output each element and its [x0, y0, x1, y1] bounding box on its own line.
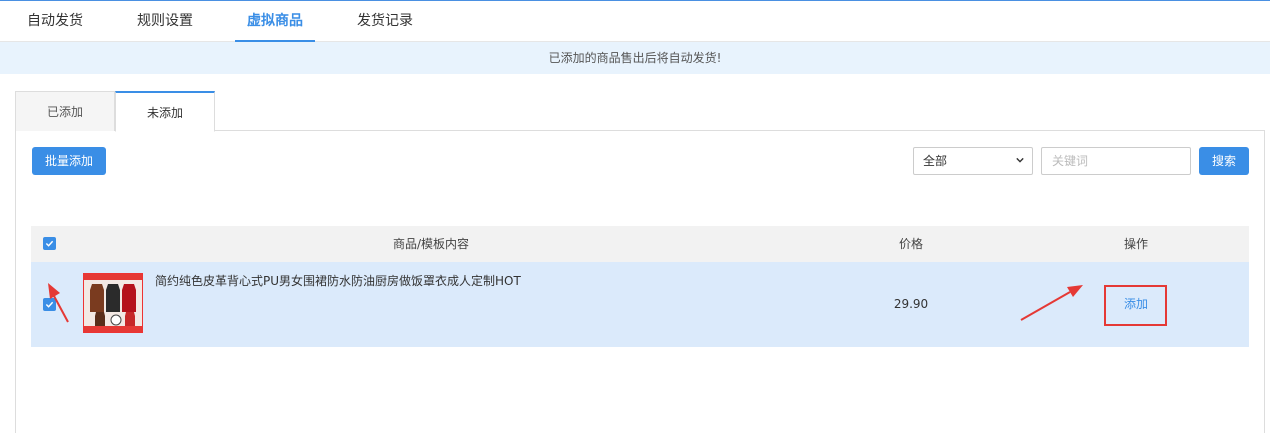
product-title: 简约纯色皮革背心式PU男女围裙防水防油厨房做饭罩衣成人定制HOT: [155, 274, 521, 288]
row-checkbox[interactable]: [43, 298, 56, 311]
chevron-down-icon: [1016, 157, 1024, 163]
header-product: 商品/模板内容: [392, 237, 470, 251]
keyword-search-input[interactable]: [1041, 147, 1191, 175]
check-icon: [45, 240, 54, 247]
product-image: [84, 274, 142, 332]
goods-panel: 已添加 未添加 批量添加 全部 搜索 商品/模板内容 价格 操作: [15, 91, 1265, 433]
header-price: 价格: [898, 237, 923, 251]
select-all-checkbox[interactable]: [43, 237, 56, 250]
tab-auto-delivery[interactable]: 自动发货: [15, 1, 95, 42]
product-thumbnail[interactable]: [83, 273, 143, 333]
sub-tab-not-added[interactable]: 未添加: [115, 91, 215, 132]
filter-select[interactable]: 全部: [913, 147, 1033, 175]
search-button[interactable]: 搜索: [1199, 147, 1249, 175]
check-icon: [45, 301, 54, 308]
sub-tab-added[interactable]: 已添加: [15, 91, 115, 131]
tab-rule-settings[interactable]: 规则设置: [125, 1, 205, 42]
table-row: 简约纯色皮革背心式PU男女围裙防水防油厨房做饭罩衣成人定制HOT 29.90 添…: [31, 262, 1249, 347]
notice-banner: 已添加的商品售出后将自动发货!: [0, 42, 1270, 74]
batch-add-button[interactable]: 批量添加: [32, 147, 106, 175]
filter-select-value: 全部: [923, 154, 948, 168]
top-tab-bar: 自动发货 规则设置 虚拟商品 发货记录: [0, 0, 1270, 42]
tab-content: 批量添加 全部 搜索 商品/模板内容 价格 操作: [15, 131, 1265, 433]
table-header: 商品/模板内容 价格 操作: [31, 226, 1249, 262]
sub-tab-bar: 已添加 未添加: [15, 91, 1265, 132]
product-price: 29.90: [893, 297, 929, 311]
tab-virtual-goods[interactable]: 虚拟商品: [235, 1, 315, 42]
tab-delivery-records[interactable]: 发货记录: [345, 1, 425, 42]
header-action: 操作: [1123, 237, 1148, 251]
annotation-highlight-box: [1104, 285, 1167, 326]
